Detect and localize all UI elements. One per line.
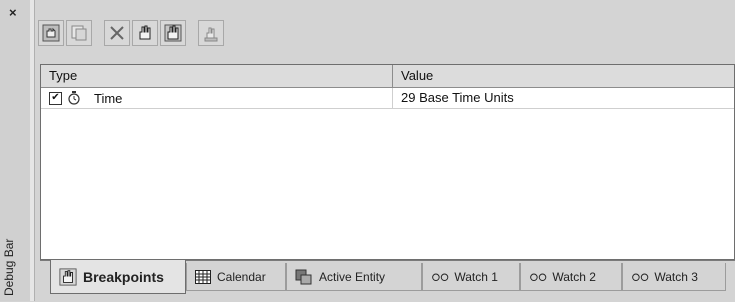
row-type-label: Time bbox=[94, 90, 123, 106]
breakpoint-enable-button[interactable] bbox=[132, 20, 158, 46]
breakpoint-disable-button[interactable] bbox=[160, 20, 186, 46]
breakpoint-enable-icon bbox=[139, 25, 151, 40]
tab-label-watch-1: Watch 1 bbox=[454, 269, 498, 284]
breakpoint-disable-icon bbox=[164, 24, 182, 42]
breakpoint-icon bbox=[59, 267, 77, 286]
tab-breakpoints[interactable]: Breakpoints bbox=[50, 260, 186, 294]
tab-label-breakpoints: Breakpoints bbox=[83, 268, 164, 285]
tab-watch-3[interactable]: ഠഠ Watch 3 bbox=[622, 263, 726, 291]
tab-label-calendar: Calendar bbox=[217, 269, 266, 284]
delete-button[interactable] bbox=[104, 20, 130, 46]
row-type-cell: ✔ Time bbox=[41, 88, 393, 108]
column-header-value[interactable]: Value bbox=[393, 65, 734, 87]
breakpoint-add-button[interactable] bbox=[38, 20, 64, 46]
close-icon[interactable]: × bbox=[9, 5, 17, 20]
tab-watch-2[interactable]: ഠഠ Watch 2 bbox=[520, 263, 622, 291]
column-header-type[interactable]: Type bbox=[41, 65, 393, 87]
tab-label-watch-2: Watch 2 bbox=[552, 269, 596, 284]
tab-active-entity[interactable]: Active Entity bbox=[286, 263, 422, 291]
grid-header: Type Value bbox=[41, 65, 734, 88]
panel-title: Debug Bar bbox=[2, 238, 16, 296]
breakpoint-copy-icon bbox=[71, 25, 87, 41]
calendar-icon bbox=[195, 269, 211, 284]
glasses-icon: ഠഠ bbox=[431, 268, 449, 284]
glasses-icon: ഠഠ bbox=[529, 268, 547, 284]
breakpoint-properties-icon bbox=[204, 27, 218, 42]
breakpoint-add-icon bbox=[42, 24, 60, 42]
table-row[interactable]: ✔ Time 29 Base Time Units bbox=[41, 88, 734, 109]
tab-label-watch-3: Watch 3 bbox=[654, 269, 698, 284]
toolbar bbox=[38, 16, 226, 50]
breakpoint-copy-button[interactable] bbox=[66, 20, 92, 46]
tab-watch-1[interactable]: ഠഠ Watch 1 bbox=[422, 263, 520, 291]
row-enabled-checkbox[interactable]: ✔ bbox=[49, 91, 62, 105]
row-value-cell: 29 Base Time Units bbox=[401, 90, 514, 105]
debug-bar-strip: × Debug Bar bbox=[0, 0, 31, 301]
breakpoint-grid: Type Value ✔ Time 29 Base Time Units bbox=[40, 64, 735, 260]
dock-edge bbox=[30, 0, 35, 301]
tab-label-active-entity: Active Entity bbox=[319, 269, 386, 284]
time-breakpoint-icon bbox=[68, 91, 80, 105]
breakpoint-properties-button[interactable] bbox=[198, 20, 224, 46]
delete-icon bbox=[110, 26, 124, 40]
active-entity-icon bbox=[295, 269, 312, 284]
tab-calendar[interactable]: Calendar bbox=[186, 263, 286, 291]
glasses-icon: ഠഠ bbox=[631, 268, 649, 284]
tab-strip: Breakpoints Calendar Active Entity ഠഠ Wa… bbox=[40, 260, 735, 302]
